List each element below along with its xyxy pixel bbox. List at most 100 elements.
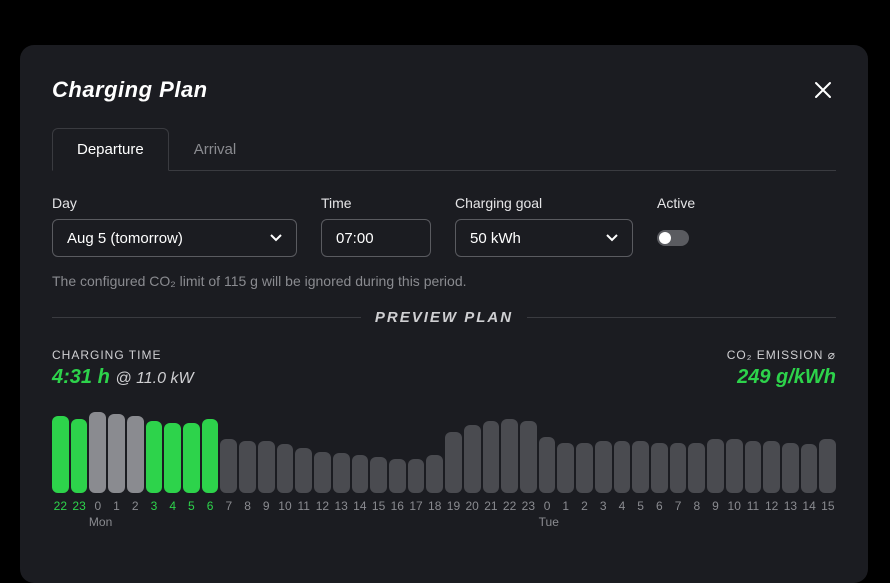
chart-day-label — [672, 515, 688, 529]
chart-bar — [576, 443, 593, 493]
active-toggle[interactable] — [657, 230, 689, 246]
chart-bar — [464, 425, 481, 493]
chart-hour-label: 14 — [801, 499, 818, 513]
chart-bar — [127, 416, 144, 493]
chart-day-label — [262, 515, 278, 529]
charging-time-label: CHARGING TIME — [52, 348, 194, 362]
chart-day-label — [114, 515, 130, 529]
chart-day-label — [446, 515, 462, 529]
chart-day-label — [207, 515, 223, 529]
chart-day-label — [188, 515, 204, 529]
chart-day-label — [373, 515, 389, 529]
stats-row: CHARGING TIME 4:31 h @ 11.0 kW CO₂ EMISS… — [52, 348, 836, 389]
chart-bar — [333, 453, 350, 493]
chart-day-label — [520, 515, 536, 529]
chart-hour-label: 22 — [52, 499, 69, 513]
chart-day-label — [133, 515, 149, 529]
chart-bar — [108, 414, 125, 493]
chart-bar — [557, 443, 574, 493]
chart-hour-label: 2 — [576, 499, 593, 513]
chart-hour-label: 13 — [782, 499, 799, 513]
chart-bar — [614, 441, 631, 493]
chart-day-label — [428, 515, 444, 529]
goal-label: Charging goal — [455, 195, 633, 211]
preview-label: PREVIEW PLAN — [375, 309, 513, 326]
chart-day-label — [317, 515, 333, 529]
chart-hour-label: 7 — [670, 499, 687, 513]
chart-hour-label: 18 — [426, 499, 443, 513]
day-select[interactable]: Aug 5 (tomorrow) — [52, 219, 297, 257]
chart-day-label — [354, 515, 370, 529]
chevron-down-icon — [606, 234, 618, 242]
chart-bar — [445, 432, 462, 493]
chart-day-label — [801, 515, 817, 529]
chart-day-label — [465, 515, 481, 529]
tab-arrival[interactable]: Arrival — [169, 128, 262, 171]
chart-day-label — [391, 515, 407, 529]
form-fields: Day Aug 5 (tomorrow) Time 07:00 Charging… — [52, 195, 836, 257]
time-input[interactable]: 07:00 — [321, 219, 431, 257]
chart-day-label — [635, 515, 651, 529]
chart-day-label: Mon — [89, 515, 112, 529]
charging-time-sub: @ 11.0 kW — [115, 370, 193, 387]
chart-day-label — [653, 515, 669, 529]
co2-stat: CO₂ EMISSION ⌀ 249 g/kWh — [727, 348, 836, 389]
chart-day-label — [598, 515, 614, 529]
day-value: Aug 5 (tomorrow) — [67, 230, 183, 247]
chart-hour-label: 8 — [239, 499, 256, 513]
chart-bar — [819, 439, 836, 493]
chart-hour-label: 21 — [483, 499, 500, 513]
chart-hour-label: 16 — [389, 499, 406, 513]
chart-day-label — [280, 515, 296, 529]
chart-day-label: Tue — [539, 515, 559, 529]
chart-day-label — [70, 515, 86, 529]
chart-hour-label: 5 — [632, 499, 649, 513]
close-button[interactable] — [810, 77, 836, 103]
chart-bar — [258, 441, 275, 493]
chart-hour-label: 11 — [295, 499, 312, 513]
chart-hour-label: 7 — [220, 499, 237, 513]
chart-bar — [520, 421, 537, 493]
chart-hour-label: 1 — [557, 499, 574, 513]
chart-day-label — [243, 515, 259, 529]
chart-day-label — [764, 515, 780, 529]
chart-hour-label: 19 — [445, 499, 462, 513]
chart-hour-label: 4 — [164, 499, 181, 513]
chart-bar — [239, 441, 256, 493]
chart-hour-label: 20 — [464, 499, 481, 513]
chart-day-label — [336, 515, 352, 529]
tab-departure[interactable]: Departure — [52, 128, 169, 171]
chart-hour-label: 6 — [202, 499, 219, 513]
chart-hour-label: 12 — [314, 499, 331, 513]
chart-bar — [314, 452, 331, 493]
chart-day-label — [483, 515, 499, 529]
chart-hour-label: 6 — [651, 499, 668, 513]
chart-hour-label: 10 — [726, 499, 743, 513]
chart-hour-label: 15 — [819, 499, 836, 513]
tabs: Departure Arrival — [52, 127, 836, 171]
modal-title: Charging Plan — [52, 77, 208, 103]
chart-hour-label: 15 — [370, 499, 387, 513]
chart-bar — [539, 437, 556, 493]
chart-bar — [295, 448, 312, 493]
chart-hour-label: 4 — [614, 499, 631, 513]
co2-label: CO₂ EMISSION ⌀ — [727, 348, 836, 362]
chart-hour-label: 22 — [501, 499, 518, 513]
chart-day-label — [52, 515, 68, 529]
chart-bar — [426, 455, 443, 493]
chart-hour-label: 12 — [763, 499, 780, 513]
chart-day-label — [561, 515, 577, 529]
chart-bar — [670, 443, 687, 493]
hint-text: The configured CO₂ limit of 115 g will b… — [52, 273, 836, 289]
chart-day-label — [170, 515, 186, 529]
chart-bar — [89, 412, 106, 493]
chart-bar — [202, 419, 219, 493]
chart-bar — [501, 419, 518, 493]
chart-hour-label: 13 — [333, 499, 350, 513]
chart-hour-label: 5 — [183, 499, 200, 513]
chart-bar — [146, 421, 163, 493]
goal-select[interactable]: 50 kWh — [455, 219, 633, 257]
co2-value: 249 g/kWh — [727, 366, 836, 389]
preview-divider: PREVIEW PLAN — [52, 309, 836, 326]
charging-plan-modal: Charging Plan Departure Arrival Day Aug … — [20, 45, 868, 583]
